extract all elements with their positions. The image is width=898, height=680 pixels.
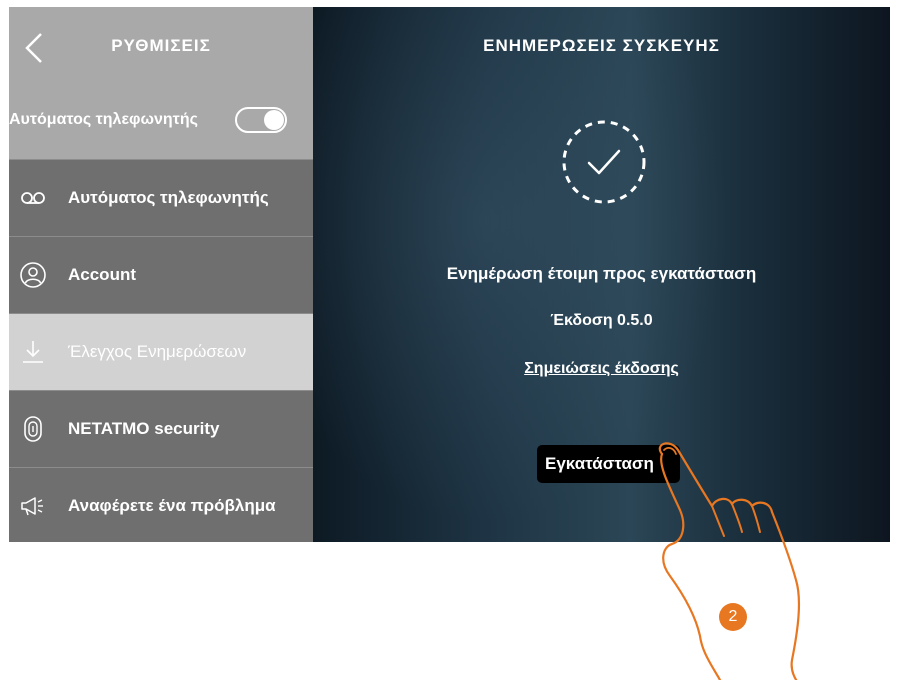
sidebar-item-account[interactable]: Account bbox=[9, 236, 313, 313]
auto-answer-toggle-label: Αυτόματος τηλεφωνητής bbox=[9, 111, 198, 128]
step-number-badge: 2 bbox=[719, 603, 747, 631]
auto-answer-toggle-row: Αυτόματος τηλεφωνητής bbox=[9, 105, 313, 137]
auto-answer-toggle[interactable] bbox=[235, 107, 287, 133]
sidebar-item-label: Αναφέρετε ένα πρόβλημα bbox=[68, 496, 276, 515]
download-icon bbox=[23, 341, 43, 363]
sidebar-item-label: NETATMO security bbox=[68, 419, 220, 438]
back-arrow-icon[interactable] bbox=[23, 31, 45, 65]
sidebar-item-label: Έλεγχος Ενημερώσεων bbox=[68, 342, 247, 361]
doorbell-icon bbox=[24, 416, 42, 442]
sidebar-item-label: Account bbox=[68, 265, 136, 284]
page-title: ΕΝΗΜΕΡΩΣΕΙΣ ΣΥΣΚΕΥΗΣ bbox=[483, 36, 720, 55]
pointing-hand-icon bbox=[658, 442, 801, 680]
sidebar-item-report-problem[interactable]: Αναφέρετε ένα πρόβλημα bbox=[9, 467, 313, 542]
settings-sidebar: ΡΥΘΜΙΣΕΙΣ Αυτόματος τηλεφωνητής Αυτόματο… bbox=[9, 7, 313, 542]
megaphone-icon bbox=[21, 497, 43, 516]
sidebar-item-check-updates[interactable]: Έλεγχος Ενημερώσεων bbox=[9, 313, 313, 390]
sidebar-title: ΡΥΘΜΙΣΕΙΣ bbox=[111, 36, 211, 55]
update-status: Ενημέρωση έτοιμη προς εγκατάσταση bbox=[446, 264, 757, 283]
sidebar-item-answering-machine[interactable]: Αυτόματος τηλεφωνητής bbox=[9, 159, 313, 236]
version-label: Έκδοση 0.5.0 bbox=[550, 312, 653, 329]
voicemail-icon bbox=[21, 192, 45, 204]
sidebar-item-netatmo-security[interactable]: NETATMO security bbox=[9, 390, 313, 467]
sidebar-item-label: Αυτόματος τηλεφωνητής bbox=[68, 188, 269, 207]
toggle-knob bbox=[264, 110, 284, 130]
release-notes-link[interactable]: Σημειώσεις έκδοσης bbox=[313, 360, 890, 378]
check-circle-icon bbox=[562, 120, 646, 204]
user-icon bbox=[20, 262, 46, 288]
sidebar-header: ΡΥΘΜΙΣΕΙΣ Αυτόματος τηλεφωνητής bbox=[9, 7, 313, 159]
